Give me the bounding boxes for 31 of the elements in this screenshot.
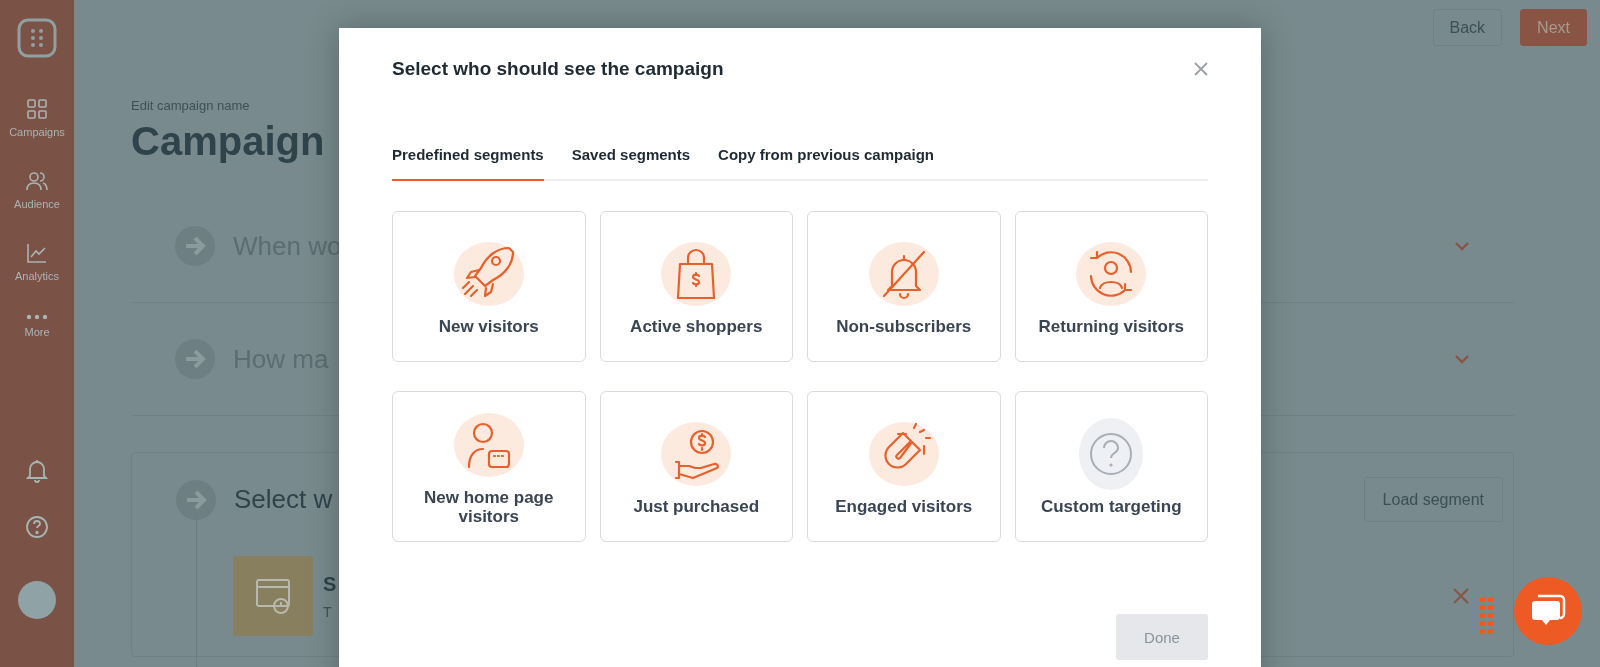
grip-dots-icon[interactable] <box>1480 597 1494 635</box>
people-icon <box>26 170 48 192</box>
segment-card[interactable]: New home page visitors <box>392 391 586 542</box>
app-logo-icon[interactable] <box>17 18 57 58</box>
segment-card[interactable]: New visitors <box>392 211 586 362</box>
help-icon[interactable] <box>25 515 49 539</box>
dialog-title: Select who should see the campaign <box>392 58 724 80</box>
segment-card[interactable]: Returning visitors <box>1014 211 1208 362</box>
bell-icon[interactable] <box>26 459 48 483</box>
segment-card[interactable]: Active shoppers <box>599 211 793 362</box>
campaign-title: Campaign <box>131 119 325 164</box>
arrow-right-icon <box>175 226 215 266</box>
more-icon <box>26 314 48 320</box>
close-icon[interactable] <box>1194 62 1208 76</box>
browser-timer-icon <box>233 556 313 636</box>
close-icon[interactable] <box>1453 588 1469 604</box>
segment-card[interactable]: Custom targeting <box>1014 391 1208 542</box>
grid-icon <box>26 98 48 120</box>
segment-card[interactable]: Engaged visitors <box>807 391 1001 542</box>
segment-tab[interactable]: Predefined segments <box>392 146 544 181</box>
section-title: Select w <box>234 484 333 515</box>
arrow-right-icon <box>175 339 215 379</box>
segment-card[interactable]: Just purchased <box>599 391 793 542</box>
chevron-down-icon[interactable] <box>1454 354 1470 364</box>
segment-tab[interactable]: Saved segments <box>571 146 691 181</box>
segment-tab[interactable]: Copy from previous campaign <box>718 146 934 181</box>
segment-card[interactable]: Non-subscribers <box>807 211 1001 362</box>
avatar[interactable] <box>18 581 56 619</box>
chevron-down-icon[interactable] <box>1454 241 1470 251</box>
step-title: S <box>323 572 337 596</box>
chart-icon <box>26 242 48 264</box>
